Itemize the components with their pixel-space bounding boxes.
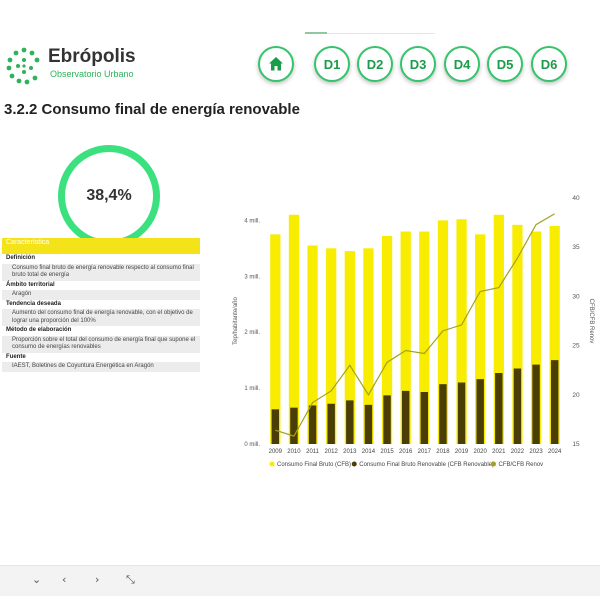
info-label: Método de elaboración <box>6 327 72 333</box>
legend-label: Consumo Final Bruto Renovable (CFB Renov… <box>359 462 494 468</box>
nav-button-d3[interactable]: D3 <box>400 46 436 82</box>
x-tick-label: 2009 <box>269 449 283 455</box>
bar-cfb-renovable <box>495 372 503 444</box>
info-label: Definición <box>6 255 36 261</box>
y-right-tick-label: 25 <box>572 343 580 350</box>
bar-cfb-renovable <box>290 407 298 444</box>
bar-cfb-renovable <box>401 390 410 444</box>
x-tick-label: 2021 <box>492 449 506 455</box>
x-tick-label: 2010 <box>287 449 301 455</box>
y-right-tick-label: 15 <box>572 441 580 448</box>
top-divider-accent <box>305 32 327 34</box>
legend-marker <box>269 461 275 467</box>
x-tick-label: 2023 <box>529 449 543 455</box>
bar-cfb-renovable <box>327 403 335 444</box>
y-tick-label: 4 mill. <box>244 218 260 224</box>
x-tick-label: 2015 <box>380 449 394 455</box>
bar-cfb-renovable <box>346 400 354 444</box>
bar-cfb-renovable <box>364 404 373 444</box>
y-axis-title: Tep/habitante/año <box>233 296 239 344</box>
brand-dots-icon <box>6 47 40 85</box>
bar-cfb-renovable <box>439 384 447 444</box>
x-tick-label: 2011 <box>306 449 320 455</box>
nav-button-d2[interactable]: D2 <box>357 46 393 82</box>
y-tick-label: 0 mill. <box>244 442 260 448</box>
brand-logo: Ebrópolis Observatorio Urbano <box>4 44 154 85</box>
kpi-value: 38,4% <box>86 187 132 204</box>
bar-cfb-renovable <box>383 395 391 444</box>
energy-chart-svg: 0 mill.1 mill.2 mill.3 mill.4 mill.15202… <box>233 195 594 468</box>
y-right-tick-label: 35 <box>572 244 580 251</box>
legend-label: CFB/CFB Renov <box>499 462 544 468</box>
bar-cfb-renovable <box>476 379 484 444</box>
y-right-tick-label: 40 <box>572 195 580 202</box>
bar-cfb-renovable <box>513 368 522 444</box>
y-right-tick-label: 20 <box>572 392 580 399</box>
chevron-down-icon[interactable]: ⌄ <box>32 573 41 586</box>
bar-cfb-renovable <box>532 364 540 444</box>
y-tick-label: 1 mill. <box>244 386 260 392</box>
bar-cfb-renovable <box>271 409 280 444</box>
legend-marker <box>491 461 496 467</box>
x-tick-label: 2014 <box>362 449 376 455</box>
nav-button-d4[interactable]: D4 <box>444 46 480 82</box>
bottom-toolbar: ⌄ ‹ › ⤡ <box>0 565 600 596</box>
bar-cfb-renovable <box>308 405 317 444</box>
info-value: Aumento del consumo final de energía ren… <box>2 309 200 326</box>
info-value: Aragón <box>2 290 200 300</box>
nav-button-d5[interactable]: D5 <box>487 46 523 82</box>
x-tick-label: 2024 <box>548 449 562 455</box>
nav-button-d1[interactable]: D1 <box>314 46 350 82</box>
x-tick-label: 2022 <box>511 449 525 455</box>
x-tick-label: 2019 <box>455 449 469 455</box>
home-button[interactable] <box>258 46 294 82</box>
x-tick-label: 2013 <box>343 449 357 455</box>
x-tick-label: 2017 <box>418 449 432 455</box>
brand-subtitle: Observatorio Urbano <box>50 69 134 79</box>
info-table: Característica Definición Consumo final … <box>2 238 200 378</box>
x-tick-label: 2012 <box>325 449 339 455</box>
nav-button-d6[interactable]: D6 <box>531 46 567 82</box>
info-value: Proporción sobre el total del consumo de… <box>2 335 200 353</box>
bar-cfb-renovable <box>550 360 559 444</box>
bar-cfb-renovable <box>420 392 429 444</box>
prev-page-icon[interactable]: ‹ <box>62 573 66 586</box>
page-title: 3.2.2 Consumo final de energía renovable <box>4 101 300 118</box>
collapse-icon[interactable]: ⤡ <box>126 573 135 587</box>
y-right-axis-title: CFB/CFB Renov <box>588 299 594 344</box>
legend-label: Consumo Final Bruto (CFB) <box>277 462 351 468</box>
home-icon <box>269 57 283 71</box>
info-label: Ámbito territorial <box>6 281 55 288</box>
x-tick-label: 2020 <box>474 449 488 455</box>
info-value: Consumo final bruto de energía renovable… <box>2 263 200 281</box>
next-page-icon[interactable]: › <box>95 573 99 586</box>
info-label: Tendencia deseada <box>6 300 61 307</box>
brand-name: Ebrópolis <box>48 46 136 67</box>
x-tick-label: 2018 <box>436 449 450 455</box>
y-tick-label: 2 mill. <box>244 330 260 336</box>
legend-marker <box>351 461 357 467</box>
info-table-header: Característica <box>2 238 200 254</box>
info-label: Fuente <box>6 353 26 360</box>
info-value: IAEST, Boletines de Coyuntura Energética… <box>2 362 200 372</box>
energy-chart: 0 mill. 1 mill. 2 mill. 3 mill. 4 mill. 15 20 2… <box>228 188 600 473</box>
bar-cfb-renovable <box>457 382 466 444</box>
x-tick-label: 2016 <box>399 449 413 455</box>
y-right-tick-label: 30 <box>572 293 580 300</box>
y-tick-label: 3 mill. <box>244 274 260 280</box>
